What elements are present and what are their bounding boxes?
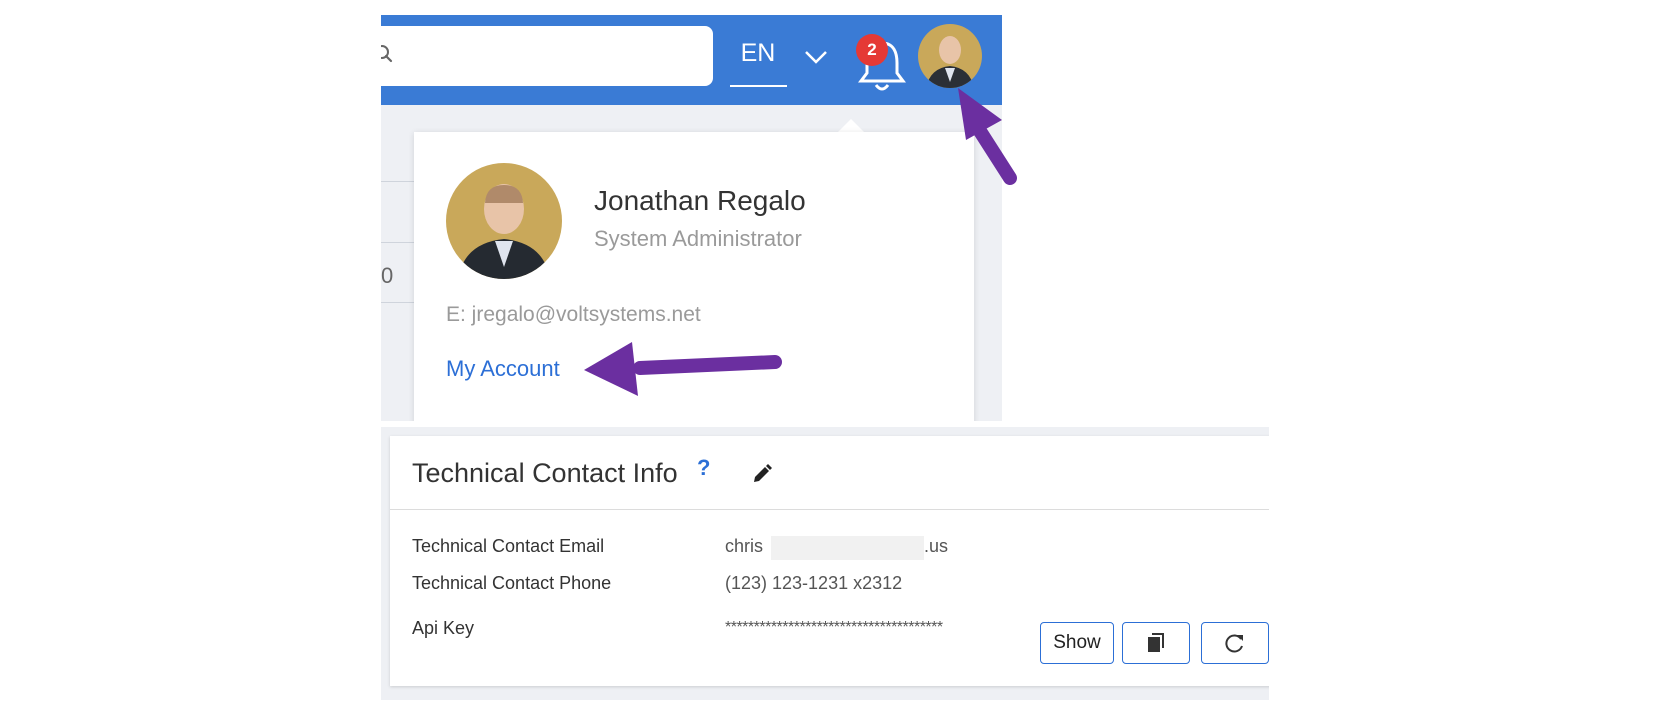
redacted-email-block bbox=[771, 536, 924, 560]
profile-avatar bbox=[446, 163, 562, 279]
profile-role: System Administrator bbox=[594, 226, 802, 251]
copy-api-key-button[interactable] bbox=[1122, 622, 1190, 664]
field-label-email: Technical Contact Email bbox=[412, 536, 605, 556]
field-value-phone: (123) 123-1231 x2312 bbox=[725, 573, 903, 593]
technical-contact-crop: Technical Contact Info ? Technical Conta… bbox=[381, 427, 1269, 700]
field-value-api-key: ************************************** bbox=[725, 619, 943, 636]
search-input[interactable] bbox=[381, 26, 713, 86]
field-label-phone: Technical Contact Phone bbox=[412, 573, 612, 593]
profile-dropdown: Jonathan Regalo System Administrator E: … bbox=[414, 132, 974, 421]
language-selector[interactable]: EN bbox=[731, 39, 785, 79]
card-title: Technical Contact Info bbox=[412, 458, 678, 488]
field-value-email-prefix: chris bbox=[725, 536, 764, 556]
profile-email: E: jregalo@voltsystems.net bbox=[446, 303, 701, 326]
field-label-api-key: Api Key bbox=[412, 618, 475, 638]
language-underline bbox=[730, 85, 787, 87]
my-account-link[interactable]: My Account bbox=[446, 356, 560, 382]
pencil-icon[interactable] bbox=[750, 462, 774, 486]
notification-badge: 2 bbox=[856, 34, 888, 66]
card-divider bbox=[390, 509, 1269, 510]
search-icon bbox=[381, 45, 393, 63]
profile-name: Jonathan Regalo bbox=[594, 185, 806, 216]
user-avatar-button[interactable] bbox=[918, 24, 982, 88]
show-api-key-button[interactable]: Show bbox=[1040, 622, 1114, 664]
background-cell-text: 0 bbox=[381, 263, 394, 288]
field-value-email-suffix: .us bbox=[924, 536, 949, 556]
refresh-icon bbox=[1225, 634, 1243, 653]
header-crop: EN 2 0 Jonathan Regalo System Administra… bbox=[381, 15, 1006, 421]
chevron-down-icon[interactable] bbox=[803, 48, 829, 66]
top-header-bar: EN 2 bbox=[381, 15, 1002, 105]
regenerate-api-key-button[interactable] bbox=[1201, 622, 1269, 664]
crop-edge bbox=[1002, 15, 1006, 421]
help-icon[interactable]: ? bbox=[697, 455, 710, 481]
technical-contact-card: Technical Contact Info ? Technical Conta… bbox=[390, 436, 1269, 686]
copy-icon bbox=[1148, 632, 1164, 652]
